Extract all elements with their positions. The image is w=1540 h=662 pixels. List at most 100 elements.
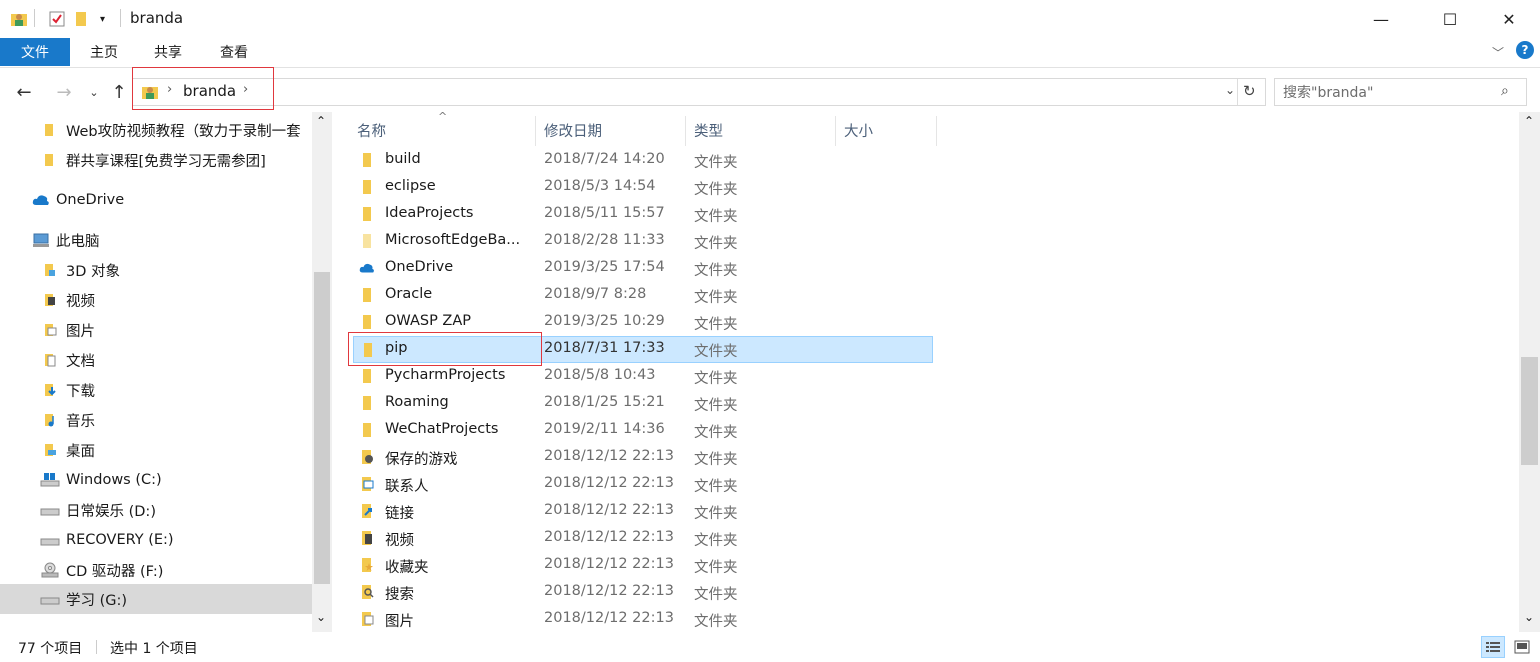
table-row[interactable]: build 2018/7/24 14:20 文件夹 [353,147,933,174]
file-type: 文件夹 [694,290,738,306]
sidebar-item-label: 群共享课程[免费学习无需参团] [66,153,266,170]
search-icon[interactable]: ⌕ [1501,83,1509,99]
item-count: 77 个项目 [18,641,83,657]
sidebar-item-drive-f[interactable]: CD 驱动器 (F:) [0,556,312,584]
scroll-up-icon[interactable]: ⌃ [1524,114,1534,128]
table-row[interactable]: PycharmProjects 2018/5/8 10:43 文件夹 [353,363,933,390]
file-date: 2018/12/12 22:13 [544,448,674,464]
column-separator[interactable] [936,116,937,146]
file-date: 2018/12/12 22:13 [544,583,674,599]
sidebar-item-onedrive[interactable]: OneDrive [0,186,312,214]
table-row[interactable]: 图片 2018/12/12 22:13 文件夹 [353,606,933,632]
details-view-button[interactable] [1481,636,1505,658]
large-icons-view-button[interactable] [1510,636,1534,658]
address-dropdown-icon[interactable]: ⌄ [1225,83,1235,97]
recent-locations-icon[interactable]: ⌄ [82,80,106,104]
navigation-pane-scrollbar[interactable]: ⌃ ⌄ [312,112,332,632]
computer-icon [33,233,49,247]
minimize-button[interactable]: — [1358,0,1404,38]
drive-icon [40,597,60,605]
scrollbar-thumb[interactable] [1521,357,1538,465]
file-name: OneDrive [385,259,454,275]
tab-share[interactable]: 共享 [146,38,190,66]
sidebar-item-videos[interactable]: 视频 [0,286,312,314]
file-type: 文件夹 [694,560,738,576]
column-header-date[interactable]: 修改日期 [532,112,682,148]
table-row[interactable]: Roaming 2018/1/25 15:21 文件夹 [353,390,933,417]
sidebar-item-desktop[interactable]: 桌面 [0,436,312,464]
sidebar-item-3d-objects[interactable]: 3D 对象 [0,256,312,284]
file-date: 2018/7/31 17:33 [544,340,665,356]
expand-ribbon-icon[interactable]: ﹀ [1492,44,1504,61]
sidebar-item-this-pc[interactable]: 此电脑 [0,226,312,254]
file-name: MicrosoftEdgeBa... [385,232,521,248]
sidebar-item-documents[interactable]: 文档 [0,346,312,374]
table-row[interactable]: 收藏夹 2018/12/12 22:13 文件夹 [353,552,933,579]
file-type: 文件夹 [694,182,738,198]
sidebar-item-downloads[interactable]: 下载 [0,376,312,404]
table-row[interactable]: eclipse 2018/5/3 14:54 文件夹 [353,174,933,201]
back-button[interactable]: ← [12,80,36,104]
sidebar-item-drive-e[interactable]: RECOVERY (E:) [0,526,312,554]
table-row[interactable]: 搜索 2018/12/12 22:13 文件夹 [353,579,933,606]
tab-view[interactable]: 查看 [212,38,256,66]
table-row[interactable]: WeChatProjects 2019/2/11 14:36 文件夹 [353,417,933,444]
scroll-down-icon[interactable]: ⌄ [316,610,326,624]
forward-button[interactable]: → [52,80,76,104]
table-row[interactable]: 链接 2018/12/12 22:13 文件夹 [353,498,933,525]
search-input[interactable] [1283,83,1493,103]
file-list-scrollbar[interactable]: ⌃ ⌄ [1519,112,1540,632]
navigation-bar: ← → ⌄ ↑ › branda › ⌄ ↻ ⌕ [0,67,1540,112]
customize-qa-dropdown-icon[interactable]: ▾ [100,9,105,29]
new-folder-icon[interactable] [74,9,90,29]
file-name: eclipse [385,178,436,194]
folder-icon [363,180,371,194]
file-date: 2018/2/28 11:33 [544,232,665,248]
up-button[interactable]: ↑ [107,80,131,104]
links-icon [362,504,372,518]
table-row[interactable]: MicrosoftEdgeBa... 2018/2/28 11:33 文件夹 [353,228,933,255]
properties-icon[interactable] [48,9,66,29]
refresh-icon[interactable]: ↻ [1243,82,1256,100]
sidebar-item-pictures[interactable]: 图片 [0,316,312,344]
file-name: 图片 [385,614,414,630]
maximize-button[interactable]: ☐ [1427,0,1473,38]
table-row[interactable]: Oracle 2018/9/7 8:28 文件夹 [353,282,933,309]
sidebar-item-music[interactable]: 音乐 [0,406,312,434]
table-row[interactable]: 视频 2018/12/12 22:13 文件夹 [353,525,933,552]
large-icons-view-icon [1514,640,1530,654]
close-button[interactable]: ✕ [1486,0,1532,38]
sidebar-item-drive-g[interactable]: 学习 (G:) [0,584,312,614]
scroll-up-icon[interactable]: ⌃ [316,114,326,128]
scrollbar-thumb[interactable] [314,272,330,584]
sidebar-item-web-course[interactable]: Web攻防视频教程（致力于录制一套 [0,116,312,144]
file-type: 文件夹 [694,479,738,495]
column-header-size[interactable]: 大小 [832,112,936,148]
file-type: 文件夹 [694,155,738,171]
downloads-folder-icon [45,384,56,396]
cd-drive-icon [41,562,59,578]
table-row[interactable]: 保存的游戏 2018/12/12 22:13 文件夹 [353,444,933,471]
file-type: 文件夹 [694,371,738,387]
column-header-name[interactable]: 名称 [345,112,535,148]
title-bar: ▾ branda — ☐ ✕ [0,0,1540,38]
tab-home[interactable]: 主页 [82,38,126,66]
column-header-type[interactable]: 类型 [682,112,832,148]
window-title: branda [130,9,184,27]
search-box[interactable]: ⌕ [1274,78,1527,106]
sidebar-item-drive-d[interactable]: 日常娱乐 (D:) [0,496,312,524]
saved-games-icon [362,450,373,464]
table-row[interactable]: IdeaProjects 2018/5/11 15:57 文件夹 [353,201,933,228]
table-row[interactable]: OneDrive 2019/3/25 17:54 文件夹 [353,255,933,282]
tab-file[interactable]: 文件 [0,38,70,66]
sidebar-item-group-course[interactable]: 群共享课程[免费学习无需参团] [0,146,312,174]
title-separator [120,9,121,27]
sidebar-item-label: 视频 [66,293,95,310]
sidebar-item-drive-c[interactable]: Windows (C:) [0,466,312,494]
help-icon[interactable]: ? [1516,41,1534,59]
qa-separator [34,9,35,27]
user-folder-icon[interactable] [10,9,28,29]
scroll-down-icon[interactable]: ⌄ [1524,610,1534,624]
address-bar[interactable]: › branda › ⌄ ↻ [132,78,1266,106]
table-row[interactable]: 联系人 2018/12/12 22:13 文件夹 [353,471,933,498]
